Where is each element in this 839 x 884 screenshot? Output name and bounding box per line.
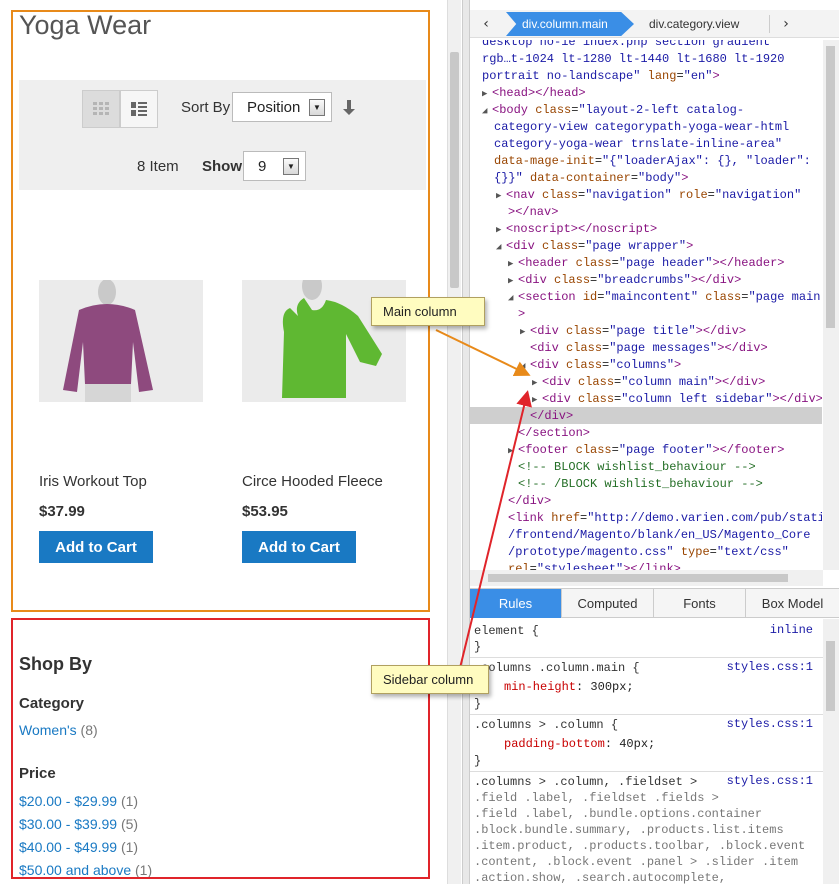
page-scrollbar[interactable] bbox=[447, 0, 461, 884]
rule-source-link[interactable]: styles.css:1 bbox=[727, 660, 813, 674]
chevron-right-icon[interactable]: › bbox=[776, 14, 796, 34]
css-value[interactable]: 40px; bbox=[619, 737, 655, 751]
inspector-tabs: Rules Computed Fonts Box Model bbox=[470, 588, 839, 618]
rule-selector: .columns .column.main { bbox=[474, 661, 640, 675]
rules-scrollbar[interactable] bbox=[823, 619, 839, 884]
breadcrumb-divider bbox=[769, 15, 770, 33]
rule-selector-line: .action.show, .search.autocomplete, bbox=[474, 871, 727, 884]
scrollbar-thumb[interactable] bbox=[488, 574, 788, 582]
rule-divider bbox=[470, 657, 823, 658]
css-property[interactable]: padding-bottom bbox=[504, 737, 605, 751]
rule-divider bbox=[470, 771, 823, 772]
chevron-left-icon[interactable]: ‹ bbox=[476, 14, 496, 34]
main-column-callout: Main column bbox=[371, 297, 485, 326]
rule-selector-line: .block.bundle.summary, .products.list.it… bbox=[474, 823, 784, 837]
breadcrumb-active[interactable]: div.column.main bbox=[506, 12, 634, 36]
rule-selector-line: .field .label, .bundle.options.container bbox=[474, 807, 763, 821]
tab-computed[interactable]: Computed bbox=[562, 589, 654, 618]
rule-source-link[interactable]: inline bbox=[770, 623, 813, 637]
scrollbar-thumb[interactable] bbox=[450, 52, 459, 288]
rule-close: } bbox=[474, 697, 482, 711]
rule-source-link[interactable]: styles.css:1 bbox=[727, 774, 813, 788]
selected-node-highlight bbox=[470, 407, 822, 424]
tab-box-model[interactable]: Box Model bbox=[746, 589, 839, 618]
rule-close: } bbox=[474, 640, 482, 654]
rule-selector: .columns > .column { bbox=[474, 718, 619, 732]
breadcrumb-next[interactable]: div.category.view bbox=[649, 17, 739, 31]
rule-source-link[interactable]: styles.css:1 bbox=[727, 717, 813, 731]
scrollbar-thumb[interactable] bbox=[826, 641, 835, 711]
rule-selector-line: .content, .block.event .panel > .slider … bbox=[474, 855, 799, 869]
dom-tree[interactable]: desktop no-ie index.php section gradient… bbox=[470, 40, 822, 570]
rule-divider bbox=[470, 714, 823, 715]
rule-close: } bbox=[474, 754, 482, 768]
scrollbar-thumb[interactable] bbox=[826, 46, 835, 328]
pane-splitter[interactable] bbox=[462, 0, 470, 884]
css-property[interactable]: min-height bbox=[504, 680, 576, 694]
rule-selector: element { bbox=[474, 624, 539, 638]
main-column-highlight bbox=[11, 10, 430, 612]
store-page: Yoga Wear Sort By Position ▼ 8 Item Show… bbox=[0, 0, 448, 884]
rule-declaration[interactable]: min-height: 300px; bbox=[504, 679, 634, 695]
devtools-panel: ‹ div.column.main div.category.view › de… bbox=[470, 0, 839, 884]
rule-selector-line: .field .label, .fieldset .fields > bbox=[474, 791, 719, 805]
tab-fonts[interactable]: Fonts bbox=[654, 589, 746, 618]
dom-tree-hscrollbar[interactable] bbox=[470, 570, 823, 586]
sidebar-column-highlight bbox=[11, 618, 430, 879]
css-rules-panel[interactable]: element { inline } .columns .column.main… bbox=[470, 619, 823, 884]
breadcrumb: ‹ div.column.main div.category.view › bbox=[470, 10, 839, 38]
rule-selector-line: .item.product, .products.toolbar, .block… bbox=[474, 839, 806, 853]
css-value[interactable]: 300px; bbox=[590, 680, 633, 694]
rule-selector-line: .columns > .column, .fieldset > bbox=[474, 775, 698, 789]
rule-declaration[interactable]: padding-bottom: 40px; bbox=[504, 736, 655, 752]
dom-tree-scrollbar[interactable] bbox=[823, 40, 839, 570]
tab-rules[interactable]: Rules bbox=[470, 589, 562, 618]
sidebar-column-callout: Sidebar column bbox=[371, 665, 489, 694]
